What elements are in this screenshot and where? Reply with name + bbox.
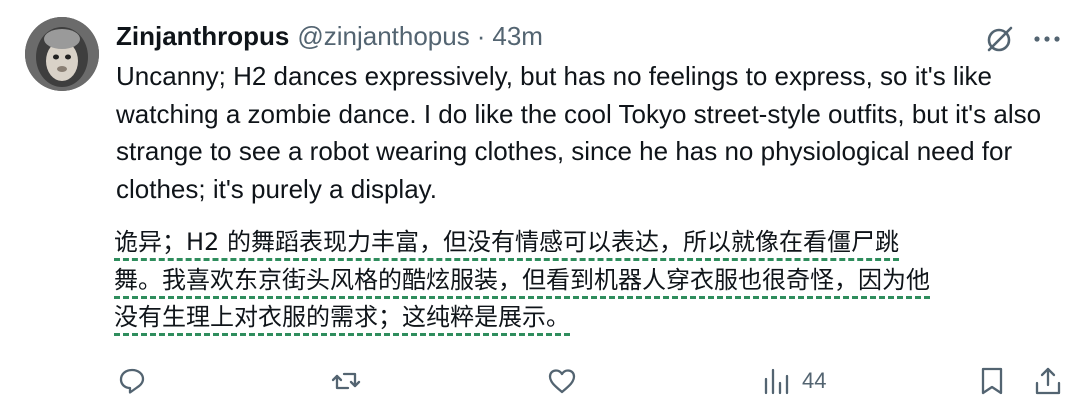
translation-line: 没有生理上对衣服的需求；这纯粹是展示。 [114,303,570,337]
views-icon [764,368,789,395]
separator-dot: · [476,20,486,51]
like-button[interactable] [547,366,577,396]
grok-icon[interactable] [982,22,1016,56]
tweet-header: Zinjanthropus @zinjanthopus · 43m [116,18,543,54]
like-icon [548,369,576,394]
tweet[interactable]: Zinjanthropus @zinjanthopus · 43m Uncann… [0,0,1080,405]
author-handle[interactable]: @zinjanthopus [297,21,469,52]
views-button[interactable]: 44 [762,366,826,396]
avatar-image [25,17,99,91]
share-icon [1035,367,1061,395]
repost-icon [331,372,361,390]
translation-line: 舞。我喜欢东京街头风格的酷炫服装，但看到机器人穿衣服也很奇怪，因为他 [114,265,930,299]
bookmark-icon [981,367,1003,395]
reply-button[interactable] [117,366,147,396]
translation-text: 诡异；H2 的舞蹈表现力丰富，但没有情感可以表达，所以就像在看僵尸跳 舞。我喜欢… [114,224,1054,337]
avatar[interactable] [25,17,99,91]
tweet-text: Uncanny; H2 dances expressively, but has… [116,61,1042,204]
reply-icon [119,368,145,394]
bookmark-button[interactable] [977,366,1007,396]
timestamp[interactable]: 43m [492,21,543,52]
action-bar: 44 [0,366,1080,402]
share-button[interactable] [1033,366,1063,396]
author-name[interactable]: Zinjanthropus [116,21,289,52]
translation-line: 诡异；H2 的舞蹈表现力丰富，但没有情感可以表达，所以就像在看僵尸跳 [114,228,899,261]
views-count: 44 [802,368,827,393]
repost-button[interactable] [331,366,361,396]
more-icon[interactable] [1030,22,1064,56]
header-actions [982,22,1064,56]
